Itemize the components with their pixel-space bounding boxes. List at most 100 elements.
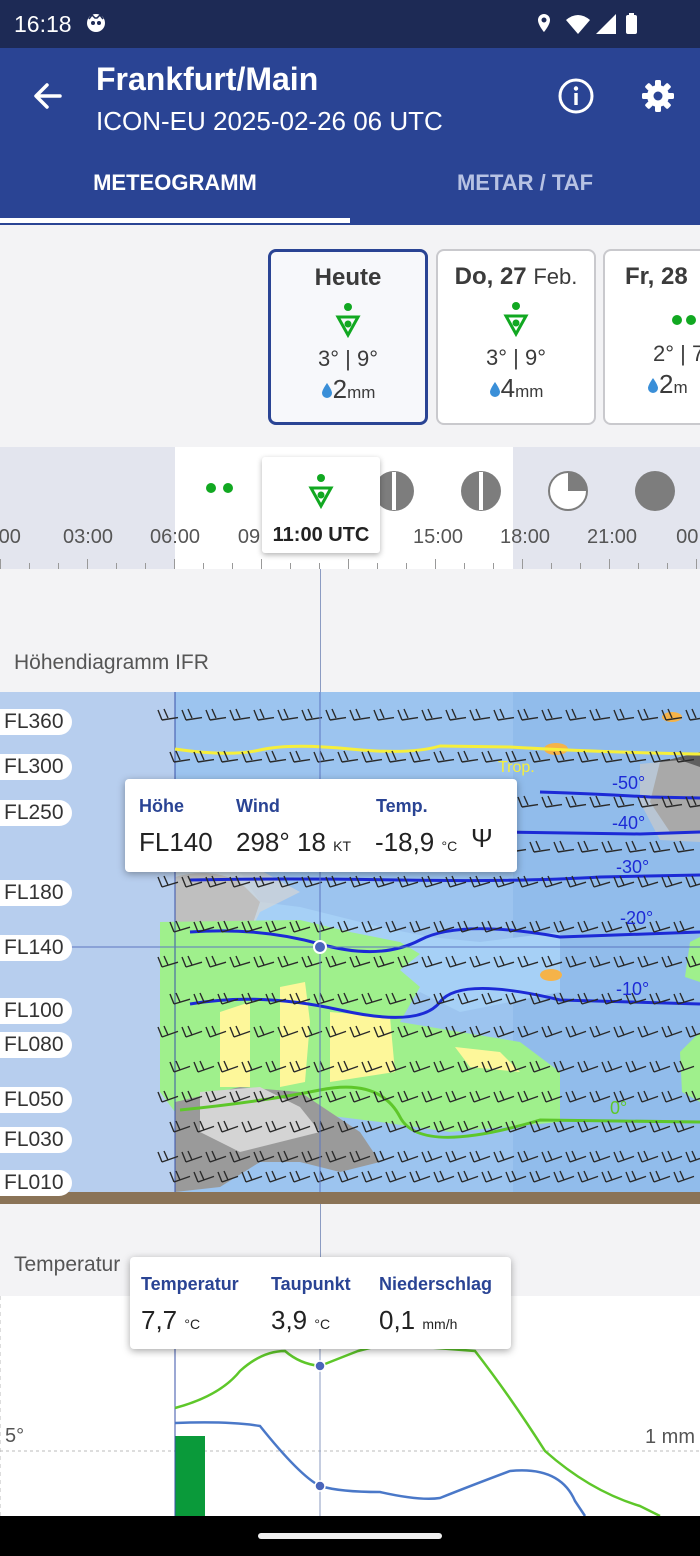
temperature-tooltip: Temperatur Taupunkt Niederschlag 7,7 °C … [130, 1257, 511, 1349]
day-card-temps: 3° | 9° [317, 346, 378, 371]
status-icons [538, 13, 637, 34]
timeline-tick-label: 09 [237, 526, 261, 548]
tooltip-temp-value: 7,7 °C [141, 1305, 201, 1335]
flight-level-label: FL180 [0, 880, 72, 906]
timeline-tick-label: 03:00 [62, 526, 114, 548]
timeline-tick [116, 563, 117, 569]
timeline-tick-label: 06:00 [149, 526, 201, 548]
timeline-tick [580, 563, 581, 569]
rain-drop-icon [321, 383, 332, 398]
timeline-tick [464, 563, 465, 569]
tooltip-height-label: Höhe [139, 796, 184, 816]
tooltip-temp-label: Temp. [376, 796, 428, 816]
partly-cloudy-icon [548, 471, 588, 511]
selected-time-label: 11:00 UTC [272, 524, 370, 546]
app-bar: Frankfurt/Main ICON-EU 2025-02-26 06 UTC… [0, 48, 700, 225]
tab-meteogramm[interactable]: METEOGRAMM [0, 170, 350, 196]
tooltip-height-value: FL140 [139, 827, 213, 857]
tooltip-wind-value: 298° 18 KT [236, 827, 352, 857]
hour-timeline[interactable]: :00 03:00 06:00 09 15:00 18:00 21:00 00: 11:00 … [0, 447, 700, 569]
axis-label-right: 1 mm [645, 1426, 695, 1448]
flight-level-label: FL030 [0, 1127, 72, 1153]
timeline-tick [232, 563, 233, 569]
rain-drop-icon [648, 378, 658, 393]
day-card-thu[interactable]: Do, 27 Feb. 3° | 9° 4mm [436, 249, 596, 425]
rain-shower-icon [503, 302, 529, 338]
wifi-icon [566, 15, 590, 34]
tooltip-temp-label: Temperatur [141, 1274, 239, 1294]
timeline-tick-label: :00 [0, 526, 21, 548]
temperature-line [174, 1342, 661, 1516]
timeline-tick [667, 563, 668, 569]
status-time: 16:18 [14, 11, 72, 37]
timeline-tick-label: 18:00 [499, 526, 551, 548]
altitude-chart[interactable]: Trop. -50° -40° -30° -20° -10° 0° FL360 … [0, 692, 700, 1204]
rain-drop-icon [489, 382, 500, 397]
isotherm-label: -20° [620, 908, 653, 928]
timeline-tick-label: 00: [676, 526, 700, 548]
dewpoint-line [174, 1421, 587, 1516]
tooltip-dewpoint-value: 3,9 °C [271, 1305, 331, 1335]
home-gesture-handle[interactable] [258, 1533, 442, 1539]
flight-level-label: FL100 [0, 998, 72, 1024]
page-title: Frankfurt/Main [96, 61, 319, 97]
day-card-title: Do, 27 [454, 263, 527, 290]
timeline-tick [377, 563, 378, 569]
rain-shower-icon [335, 303, 361, 339]
rain-icon [206, 483, 233, 493]
flight-level-label: FL360 [0, 709, 72, 735]
timeline-tick [638, 563, 639, 569]
model-run-subtitle: ICON-EU 2025-02-26 06 UTC [96, 106, 443, 136]
day-card-today[interactable]: Heute 3° | 9° 2mm [268, 249, 428, 425]
timeline-tick [145, 563, 146, 569]
isotherm-label: -10° [616, 979, 649, 999]
isotherm-label: 0° [610, 1098, 627, 1118]
day-card-precip: 2mm [271, 374, 425, 405]
icing-symbol-icon: Ψ [471, 823, 493, 853]
timeline-tick [696, 559, 697, 569]
tab-metar-taf[interactable]: METAR / TAF [350, 170, 700, 196]
flight-level-label: FL140 [0, 935, 72, 961]
precip-bar [175, 1436, 205, 1516]
day-card-precip: 4mm [438, 373, 594, 404]
tooltip-precip-label: Niederschlag [379, 1274, 493, 1294]
info-icon[interactable] [556, 76, 596, 116]
day-card-temps: 3° | 9° [485, 345, 546, 370]
status-bar: 16:18 [0, 0, 700, 48]
battery-icon [626, 15, 637, 34]
timeline-tick [290, 563, 291, 569]
altitude-chart-title: Höhendiagramm IFR [14, 651, 209, 674]
timeline-tick [203, 563, 204, 569]
tooltip-temp-value: -18,9 °C [375, 827, 458, 857]
isotherm-label: -40° [612, 813, 645, 833]
day-card-temps: 2° | 7 [653, 341, 700, 366]
back-arrow-icon[interactable] [28, 76, 68, 116]
day-card-title: Heute [314, 264, 382, 291]
rain-shower-icon [308, 474, 334, 510]
timeline-tick [493, 563, 494, 569]
altitude-tooltip: Höhe Wind Temp. FL140 298° 18 KT -18,9 °… [125, 779, 517, 872]
day-card-precip: 2m [605, 369, 700, 400]
time-cursor-line [320, 569, 321, 692]
timeline-tick [435, 559, 436, 569]
cloudy-icon [635, 471, 675, 511]
day-card-month: Feb. [533, 264, 578, 289]
tooltip-precip-value: 0,1 mm/h [379, 1305, 458, 1335]
timeline-tick [261, 559, 262, 569]
navigation-bar [0, 1516, 700, 1556]
timeline-tick [0, 559, 1, 569]
axis-label-left: 5° [5, 1425, 24, 1447]
temperature-chart-title: Temperatur [14, 1253, 121, 1276]
flight-level-label: FL010 [0, 1170, 72, 1196]
flight-level-label: FL050 [0, 1087, 72, 1113]
timeline-tick-label: 21:00 [586, 526, 638, 548]
location-icon [538, 14, 550, 32]
selected-time-box[interactable]: 11:00 UTC [262, 457, 380, 553]
timeline-tick [609, 559, 610, 569]
gear-icon[interactable] [638, 76, 678, 116]
rain-icon [672, 315, 696, 325]
timeline-tick [551, 563, 552, 569]
day-cards-row: Heute 3° | 9° 2mm Do, 27 Feb. 3° | 9° 4m… [0, 225, 700, 447]
isotherm-label: -30° [616, 857, 649, 877]
day-card-fri[interactable]: Fr, 28 2° | 7 2m [603, 249, 700, 425]
